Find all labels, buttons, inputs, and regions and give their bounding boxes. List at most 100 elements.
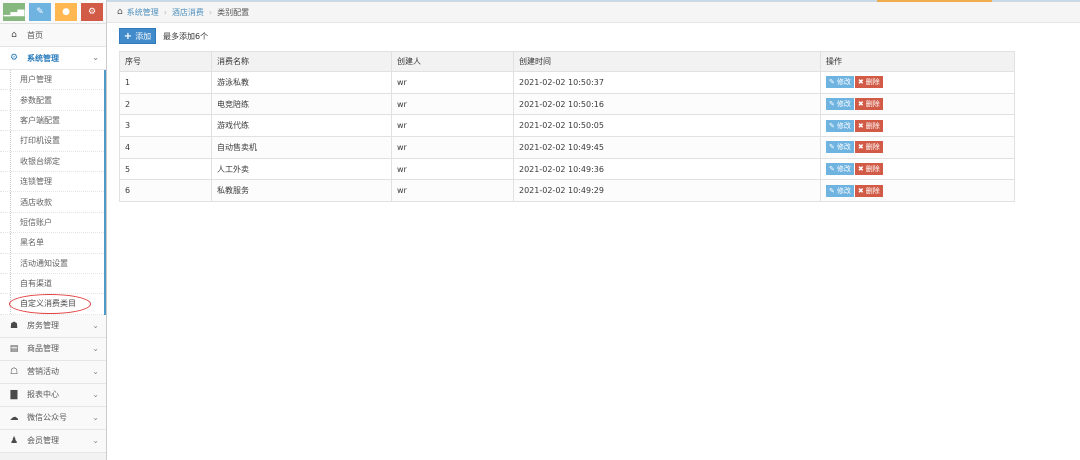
cell-name: 游戏代练 bbox=[211, 114, 392, 138]
delete-button[interactable]: ✖ 删除 bbox=[854, 184, 883, 197]
sidebar-subitem[interactable]: 活动通知设置 bbox=[0, 253, 104, 274]
category-table: 序号 消费名称 创建人 创建时间 操作 1 游泳私教 wr 2021-02-02 10… bbox=[119, 51, 1015, 203]
pencil-icon[interactable]: ✎ bbox=[29, 3, 51, 21]
sidebar-subitem[interactable]: 用户管理 bbox=[0, 70, 104, 91]
sidebar-subitem[interactable]: 自定义消费类目 bbox=[0, 294, 104, 315]
sidebar-item-label: 系统管理 bbox=[27, 53, 59, 63]
edit-button[interactable]: ✎ 修改 bbox=[826, 163, 854, 176]
cell-actions: ✎ 修改 ✖ 删除 bbox=[820, 136, 1015, 159]
edit-label: 修改 bbox=[836, 121, 851, 130]
delete-button[interactable]: ✖ 删除 bbox=[854, 141, 883, 154]
pencil-icon: ✎ bbox=[829, 100, 835, 109]
table-row: 5 人工外卖 wr 2021-02-02 10:49:36 ✎ 修改 ✖ 删除 bbox=[119, 157, 1015, 181]
cell-no: 2 bbox=[119, 92, 212, 116]
cell-time: 2021-02-02 10:49:29 bbox=[513, 179, 821, 203]
column-header-creator[interactable]: 创建人 bbox=[391, 51, 514, 72]
cogs-icon[interactable]: ⚙ bbox=[81, 3, 103, 21]
sidebar-subitem[interactable]: 收银台绑定 bbox=[0, 151, 104, 172]
breadcrumb-link-system[interactable]: 系统管理 bbox=[127, 7, 159, 18]
cell-actions: ✎ 修改 ✖ 删除 bbox=[820, 92, 1015, 116]
pencil-icon: ✎ bbox=[829, 165, 835, 174]
bar-chart-icon: ▇ bbox=[10, 389, 18, 400]
sidebar-item-label: 房务管理 bbox=[27, 321, 59, 331]
chart-glyph: ▁▃▅ bbox=[3, 7, 25, 17]
gear-icon: ⚙ bbox=[9, 53, 19, 63]
trash-icon: ✖ bbox=[857, 143, 864, 152]
sidebar-group-item[interactable]: ▤ 商品管理 ⌄ bbox=[0, 337, 106, 361]
edit-button[interactable]: ✎ 修改 bbox=[826, 141, 854, 154]
edit-button[interactable]: ✎ 修改 bbox=[826, 119, 854, 132]
sidebar-item-system[interactable]: ⚙ 系统管理 ⌄ bbox=[0, 47, 106, 70]
cell-actions: ✎ 修改 ✖ 删除 bbox=[820, 179, 1015, 203]
system-submenu: 用户管理 参数配置 客户端配置 打印机设置 收银台绑定 连锁管理 酒店收款 短信账户 黑名单 活动… bbox=[0, 70, 106, 315]
breadcrumb-link-hotel-consumption[interactable]: 酒店消费 bbox=[172, 7, 204, 18]
column-header-time[interactable]: 创建时间 bbox=[513, 51, 821, 72]
cell-no: 5 bbox=[119, 157, 212, 181]
cell-name: 人工外卖 bbox=[211, 157, 392, 181]
cell-creator: wr bbox=[391, 157, 514, 181]
trash-icon: ✖ bbox=[857, 78, 864, 87]
breadcrumb-current: 类别配置 bbox=[217, 7, 250, 17]
gift-icon: ☖ bbox=[9, 366, 19, 377]
main-content: ⌂ 系统管理 › 酒店消费 › 类别配置 + 添加 最多添加6个 序号 消费名称… bbox=[107, 2, 1080, 460]
cell-no: 1 bbox=[119, 71, 212, 94]
chart-icon[interactable]: ▁▃▅ bbox=[3, 3, 25, 21]
column-header-name[interactable]: 消费名称 bbox=[211, 51, 392, 72]
edit-button[interactable]: ✎ 修改 bbox=[826, 184, 854, 197]
sidebar-item-label: 营销活动 bbox=[27, 367, 59, 377]
edit-label: 修改 bbox=[836, 143, 851, 152]
sidebar: ▁▃▅ ✎ ● ⚙ ⌂ 首页 ⚙ 系统管理 ⌄ 用户管理 参数配置 客户端配置 打印机… bbox=[0, 0, 107, 460]
pencil-icon: ✎ bbox=[829, 143, 835, 152]
table-row: 3 游戏代练 wr 2021-02-02 10:50:05 ✎ 修改 ✖ 删除 bbox=[119, 114, 1015, 138]
edit-button[interactable]: ✎ 修改 bbox=[826, 98, 854, 111]
table-row: 1 游泳私教 wr 2021-02-02 10:50:37 ✎ 修改 ✖ 删除 bbox=[119, 71, 1015, 94]
table-body: 1 游泳私教 wr 2021-02-02 10:50:37 ✎ 修改 ✖ 删除 2 电竞陪练 wr 2… bbox=[119, 71, 1015, 203]
delete-label: 删除 bbox=[865, 143, 880, 152]
add-button[interactable]: + 添加 bbox=[119, 28, 156, 44]
cell-creator: wr bbox=[391, 71, 514, 94]
sidebar-subitem[interactable]: 客户端配置 bbox=[0, 110, 104, 132]
edit-label: 修改 bbox=[836, 165, 851, 174]
pencil-icon: ✎ bbox=[829, 186, 835, 195]
chevron-down-icon: ⌄ bbox=[92, 435, 99, 445]
add-button-label: 添加 bbox=[135, 31, 152, 41]
delete-button[interactable]: ✖ 删除 bbox=[854, 119, 883, 132]
shortcut-bar: ▁▃▅ ✎ ● ⚙ bbox=[0, 0, 106, 24]
delete-button[interactable]: ✖ 删除 bbox=[854, 76, 883, 89]
home-icon: ⌂ bbox=[11, 30, 17, 40]
sidebar-subitem[interactable]: 打印机设置 bbox=[0, 131, 104, 152]
sidebar-item-label: 报表中心 bbox=[27, 390, 59, 400]
sidebar-subitem[interactable]: 黑名单 bbox=[0, 233, 104, 254]
sidebar-group-item[interactable]: ♟ 会员管理 ⌄ bbox=[0, 429, 106, 453]
delete-button[interactable]: ✖ 删除 bbox=[854, 98, 883, 111]
sidebar-group-item[interactable]: ▇ 报表中心 ⌄ bbox=[0, 383, 106, 407]
sidebar-groups: ☗ 房务管理 ⌄ ▤ 商品管理 ⌄ ☖ 营销活动 ⌄ ▇ 报表中心 ⌄ ☁ 微信公众号 ⌄ ♟ 会员管理 ⌄ bbox=[0, 314, 106, 453]
edit-button[interactable]: ✎ 修改 bbox=[826, 76, 854, 89]
trash-icon: ✖ bbox=[857, 121, 864, 130]
sidebar-subitem[interactable]: 连锁管理 bbox=[0, 171, 104, 193]
sidebar-item-label: 首页 bbox=[27, 30, 43, 40]
sidebar-group-item[interactable]: ☗ 房务管理 ⌄ bbox=[0, 314, 106, 338]
cell-creator: wr bbox=[391, 114, 514, 138]
sidebar-group-item[interactable]: ☁ 微信公众号 ⌄ bbox=[0, 406, 106, 430]
users-icon[interactable]: ● bbox=[55, 3, 77, 21]
delete-button[interactable]: ✖ 删除 bbox=[854, 163, 883, 176]
table-row: 6 私教服务 wr 2021-02-02 10:49:29 ✎ 修改 ✖ 删除 bbox=[119, 179, 1015, 203]
sidebar-item-home[interactable]: ⌂ 首页 bbox=[0, 24, 106, 47]
cogs-glyph: ⚙ bbox=[87, 7, 97, 17]
toolbar: + 添加 最多添加6个 bbox=[107, 23, 1080, 49]
sidebar-group-item[interactable]: ☖ 营销活动 ⌄ bbox=[0, 360, 106, 384]
cell-time: 2021-02-02 10:49:36 bbox=[513, 157, 821, 181]
home-icon[interactable]: ⌂ bbox=[117, 7, 123, 17]
trash-icon: ✖ bbox=[857, 100, 864, 109]
breadcrumb-separator: › bbox=[208, 7, 213, 17]
cell-creator: wr bbox=[391, 136, 514, 159]
app-window: ▁▃▅ ✎ ● ⚙ ⌂ 首页 ⚙ 系统管理 ⌄ 用户管理 参数配置 客户端配置 打印机… bbox=[0, 0, 1080, 460]
sidebar-subitem[interactable]: 自有渠道 bbox=[0, 273, 104, 295]
sidebar-subitem[interactable]: 酒店收款 bbox=[0, 192, 104, 213]
cell-actions: ✎ 修改 ✖ 删除 bbox=[820, 71, 1015, 94]
sidebar-subitem[interactable]: 短信账户 bbox=[0, 212, 104, 234]
chevron-down-icon: ⌄ bbox=[92, 320, 99, 330]
sidebar-subitem[interactable]: 参数配置 bbox=[0, 90, 104, 111]
column-header-no[interactable]: 序号 bbox=[119, 51, 212, 72]
